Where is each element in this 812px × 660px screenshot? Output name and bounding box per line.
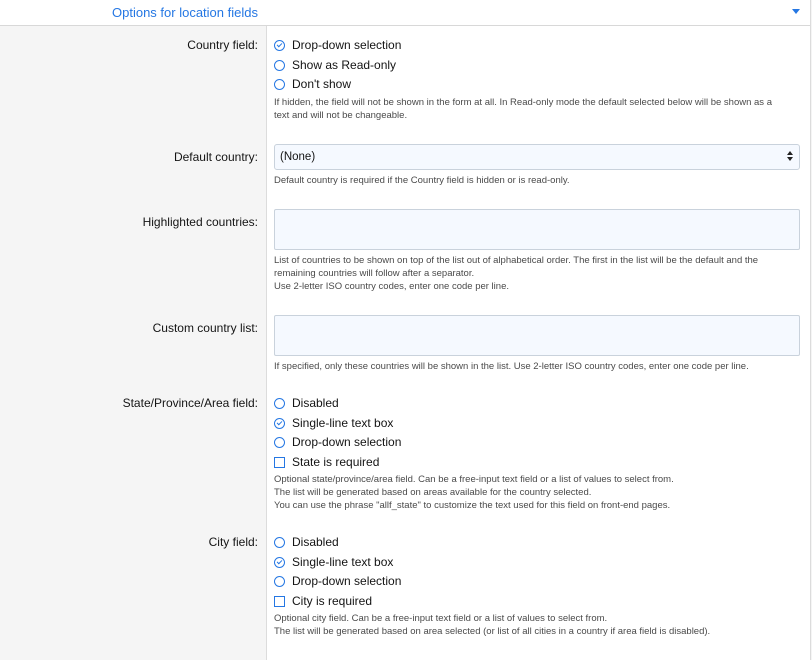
section-title: Options for location fields — [112, 5, 258, 20]
radio-icon[interactable] — [274, 536, 285, 548]
city-option-single-line[interactable]: Single-line text box — [274, 554, 393, 570]
option-label: Drop-down selection — [292, 38, 402, 52]
option-label: Show as Read-only — [292, 58, 397, 72]
help-line: remaining countries will follow after a … — [274, 268, 475, 279]
state-option-single-line[interactable]: Single-line text box — [274, 415, 393, 431]
state-field-label: State/Province/Area field: — [122, 396, 258, 410]
checkbox-label: State is required — [292, 455, 380, 469]
highlighted-countries-textarea[interactable] — [274, 209, 800, 250]
help-line: If hidden, the field will not be shown i… — [274, 97, 772, 108]
city-field-help: Optional city field. Can be a free-input… — [274, 612, 804, 638]
help-line: The list will be generated based on area… — [274, 487, 592, 498]
help-line: Optional state/province/area field. Can … — [274, 474, 674, 485]
radio-icon[interactable] — [274, 436, 285, 448]
radio-checked-icon[interactable] — [274, 417, 285, 429]
state-field-help: Optional state/province/area field. Can … — [274, 473, 804, 512]
select-value: (None) — [280, 151, 316, 163]
chevron-down-icon[interactable] — [792, 9, 800, 14]
option-label: Single-line text box — [292, 555, 394, 569]
checkbox-icon[interactable] — [274, 595, 285, 607]
help-line: If specified, only these countries will … — [274, 361, 749, 372]
option-label: Single-line text box — [292, 416, 394, 430]
help-line: text and will not be changeable. — [274, 110, 408, 121]
radio-icon[interactable] — [274, 575, 285, 587]
country-option-readonly[interactable]: Show as Read-only — [274, 57, 396, 73]
highlighted-countries-label: Highlighted countries: — [142, 215, 258, 229]
default-country-help: Default country is required if the Count… — [274, 174, 804, 187]
country-field-label: Country field: — [187, 38, 258, 52]
help-line: Optional city field. Can be a free-input… — [274, 613, 608, 624]
option-label: Disabled — [292, 535, 339, 549]
checkbox-label: City is required — [292, 594, 373, 608]
city-option-dropdown[interactable]: Drop-down selection — [274, 573, 401, 589]
country-option-dont-show[interactable]: Don't show — [274, 76, 351, 92]
option-label: Disabled — [292, 396, 339, 410]
help-line: The list will be generated based on area… — [274, 626, 711, 637]
default-country-select[interactable]: (None) — [274, 144, 800, 170]
help-line: Default country is required if the Count… — [274, 175, 570, 186]
city-field-label: City field: — [208, 535, 258, 549]
state-option-disabled[interactable]: Disabled — [274, 395, 339, 411]
state-option-dropdown[interactable]: Drop-down selection — [274, 434, 401, 450]
custom-country-list-help: If specified, only these countries will … — [274, 360, 804, 373]
radio-checked-icon[interactable] — [274, 556, 285, 568]
option-label: Don't show — [292, 77, 351, 91]
highlighted-countries-help: List of countries to be shown on top of … — [274, 254, 804, 293]
option-label: Drop-down selection — [292, 574, 402, 588]
help-line: Use 2-letter ISO country codes, enter on… — [274, 281, 509, 292]
custom-country-list-label: Custom country list: — [152, 321, 258, 335]
custom-country-list-textarea[interactable] — [274, 315, 800, 356]
checkbox-icon[interactable] — [274, 456, 285, 468]
option-label: Drop-down selection — [292, 435, 402, 449]
help-line: You can use the phrase "allf_state" to c… — [274, 500, 671, 511]
country-option-dropdown[interactable]: Drop-down selection — [274, 37, 401, 53]
radio-icon[interactable] — [274, 397, 285, 409]
state-required-checkbox[interactable]: State is required — [274, 454, 379, 470]
city-option-disabled[interactable]: Disabled — [274, 534, 339, 550]
default-country-label: Default country: — [173, 150, 258, 164]
select-arrows-icon — [787, 150, 793, 162]
city-required-checkbox[interactable]: City is required — [274, 593, 372, 609]
help-line: List of countries to be shown on top of … — [274, 255, 759, 266]
radio-checked-icon[interactable] — [274, 39, 285, 51]
radio-icon[interactable] — [274, 59, 285, 71]
country-field-help: If hidden, the field will not be shown i… — [274, 96, 804, 122]
right-border — [810, 0, 811, 660]
section-header[interactable]: Options for location fields — [0, 0, 810, 26]
radio-icon[interactable] — [274, 78, 285, 90]
